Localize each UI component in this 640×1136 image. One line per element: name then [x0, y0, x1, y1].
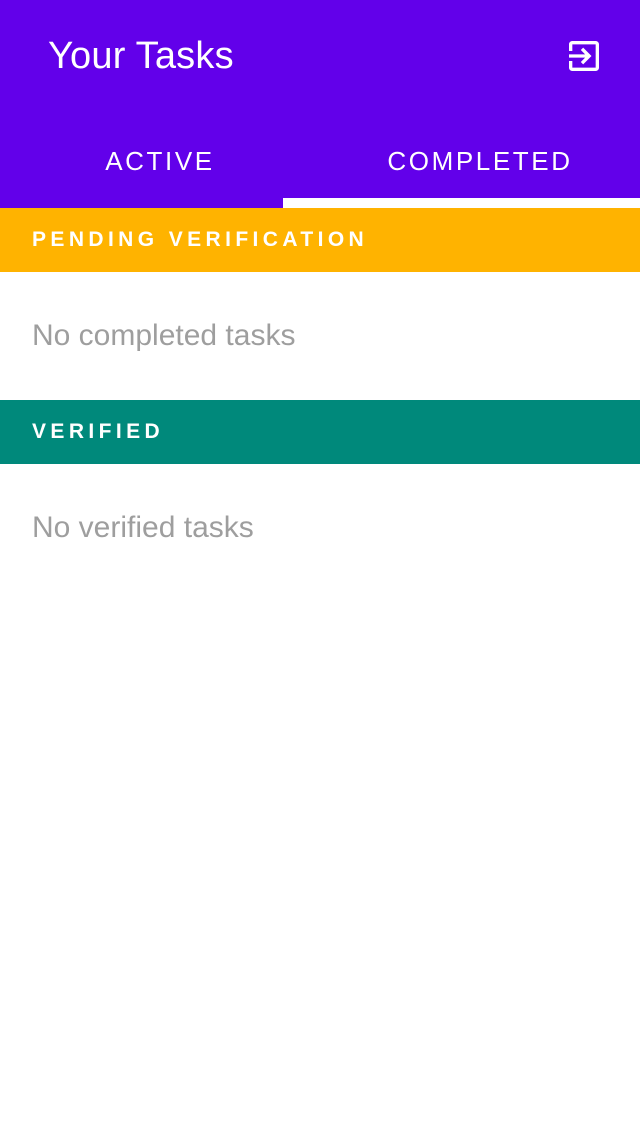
tab-bar: ACTIVE COMPLETED: [0, 112, 640, 208]
page-title: Your Tasks: [48, 35, 234, 77]
tab-completed-label: COMPLETED: [387, 146, 573, 176]
section-header-pending-verification: PENDING VERIFICATION: [0, 208, 640, 272]
exit-to-app-icon: [564, 36, 604, 76]
tab-completed[interactable]: COMPLETED: [320, 112, 640, 208]
logout-button[interactable]: [556, 28, 612, 84]
tab-active-label: ACTIVE: [105, 146, 215, 176]
selected-tab-indicator: [283, 198, 640, 208]
app-bar: Your Tasks ACTIVE COMPLETED: [0, 0, 640, 208]
section-header-verified: VERIFIED: [0, 400, 640, 464]
tab-active[interactable]: ACTIVE: [0, 112, 320, 208]
section-label-pending: PENDING VERIFICATION: [32, 228, 369, 251]
empty-completed-tasks-message: No completed tasks: [32, 319, 296, 352]
section-label-verified: VERIFIED: [32, 420, 165, 443]
empty-verified-tasks-message: No verified tasks: [32, 511, 254, 544]
app-screen: Your Tasks ACTIVE COMPLETED PENDING VERI…: [0, 0, 640, 1136]
